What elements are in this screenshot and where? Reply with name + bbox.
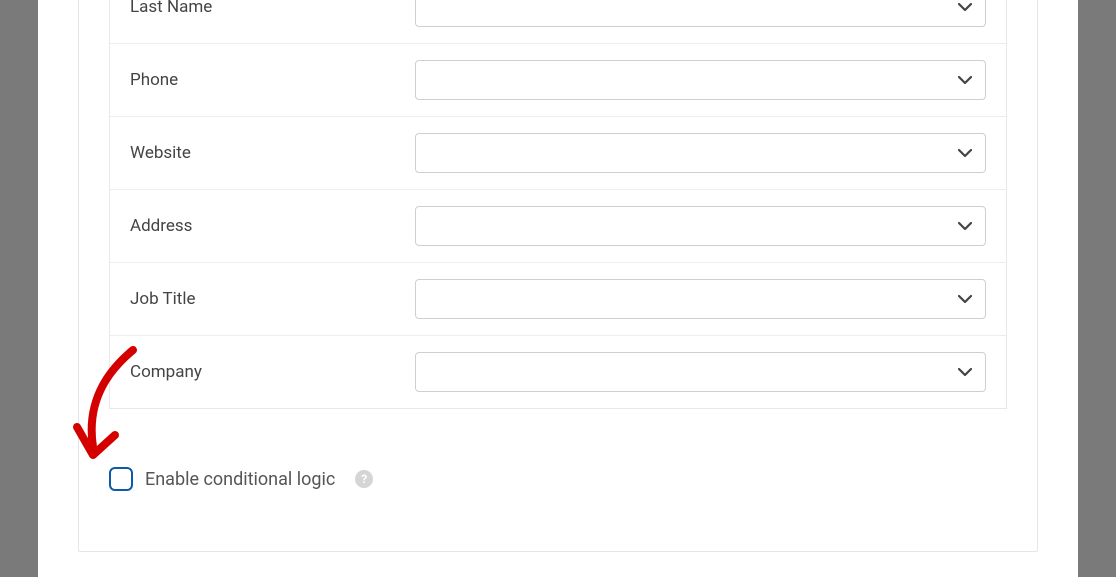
field-label-job-title: Job Title	[130, 289, 415, 309]
address-select[interactable]	[415, 206, 986, 246]
field-row: Last Name	[110, 0, 1006, 43]
field-label-phone: Phone	[130, 70, 415, 90]
settings-panel: Last Name Phone Website	[78, 0, 1038, 552]
field-row: Job Title	[110, 262, 1006, 335]
website-select[interactable]	[415, 133, 986, 173]
field-label-last-name: Last Name	[130, 0, 415, 17]
field-label-company: Company	[130, 362, 415, 382]
select-wrap	[415, 60, 986, 100]
phone-select[interactable]	[415, 60, 986, 100]
enable-conditional-logic-label: Enable conditional logic	[145, 469, 335, 490]
field-row: Company	[110, 335, 1006, 408]
field-row: Address	[110, 189, 1006, 262]
field-label-address: Address	[130, 216, 415, 236]
field-row: Phone	[110, 43, 1006, 116]
select-wrap	[415, 0, 986, 27]
field-row: Website	[110, 116, 1006, 189]
conditional-logic-row: Enable conditional logic ?	[79, 439, 1037, 501]
enable-conditional-logic-checkbox[interactable]	[109, 467, 133, 491]
outer-margin-left	[0, 0, 38, 577]
select-wrap	[415, 206, 986, 246]
select-wrap	[415, 352, 986, 392]
company-select[interactable]	[415, 352, 986, 392]
last-name-select[interactable]	[415, 0, 986, 27]
select-wrap	[415, 279, 986, 319]
viewport: Last Name Phone Website	[38, 0, 1078, 577]
fields-container: Last Name Phone Website	[109, 0, 1007, 409]
help-icon[interactable]: ?	[355, 470, 373, 488]
outer-margin-right	[1078, 0, 1116, 577]
field-label-website: Website	[130, 143, 415, 163]
select-wrap	[415, 133, 986, 173]
job-title-select[interactable]	[415, 279, 986, 319]
